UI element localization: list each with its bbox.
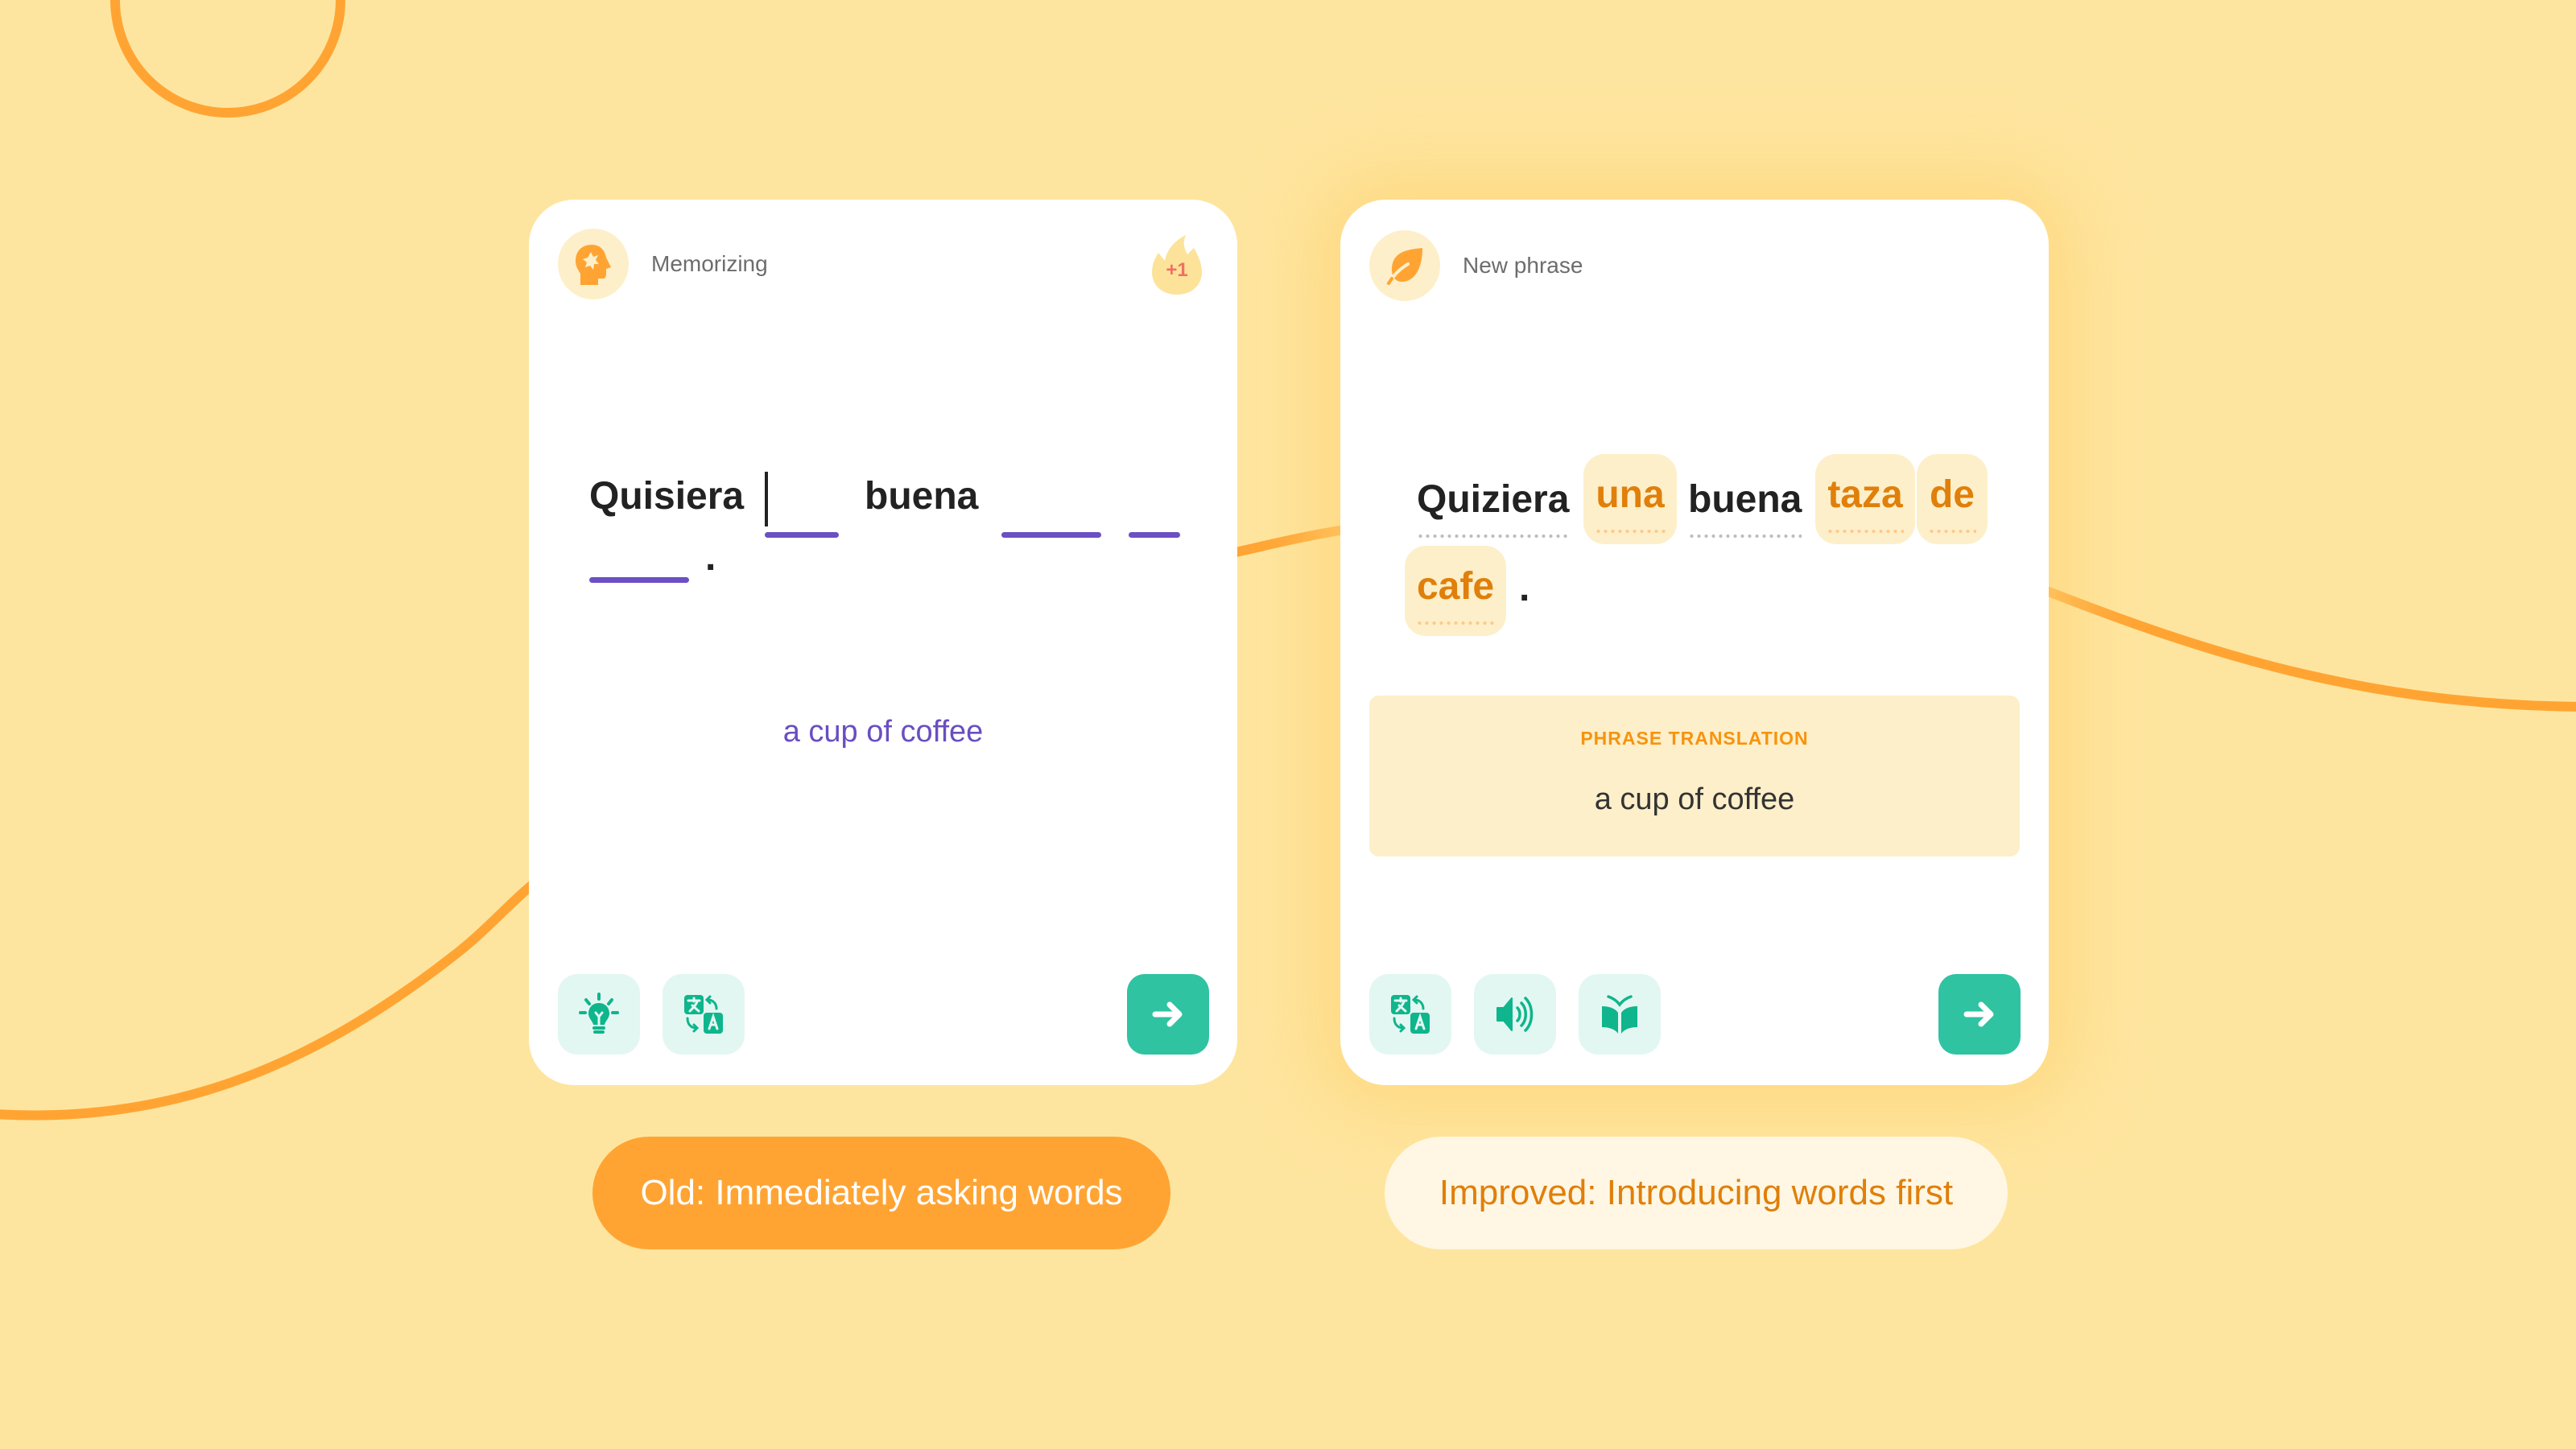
translate-button[interactable] xyxy=(1369,974,1451,1055)
blank-input-1[interactable] xyxy=(765,532,839,538)
decorative-curve xyxy=(0,524,2576,1121)
lightbulb-icon xyxy=(579,993,619,1034)
translation-text: a cup of coffee xyxy=(1594,782,1795,816)
dotted-underline xyxy=(1417,535,1570,538)
book-icon xyxy=(1602,995,1637,1034)
dictionary-button[interactable] xyxy=(1579,974,1661,1055)
head-gear-icon xyxy=(558,229,629,299)
new-word-chip[interactable]: de xyxy=(1917,454,1988,544)
blank-input-3[interactable] xyxy=(1129,532,1180,538)
fill-in-sentence: Quisiera buena . xyxy=(589,472,1201,658)
arrow-right-icon xyxy=(1152,1001,1183,1027)
sentence-word: Quisiera xyxy=(589,475,745,518)
speaker-icon xyxy=(1496,997,1534,1032)
phrase-translation-panel: PHRASE TRANSLATION a cup of coffee xyxy=(1369,696,2020,857)
translate-icon xyxy=(1391,995,1430,1034)
old-version-caption: Old: Immediately asking words xyxy=(592,1137,1170,1249)
hint-button[interactable] xyxy=(558,974,640,1055)
audio-button[interactable] xyxy=(1474,974,1556,1055)
translation-hint: a cup of coffee xyxy=(782,715,984,749)
card-header: Memorizing xyxy=(558,229,768,299)
translation-label: PHRASE TRANSLATION xyxy=(1580,728,1809,749)
dotted-underline xyxy=(1928,530,1976,533)
improved-version-caption: Improved: Introducing words first xyxy=(1385,1137,2008,1249)
next-button[interactable] xyxy=(1938,974,2021,1055)
arrow-right-icon xyxy=(1963,1001,1994,1027)
introduced-sentence: Quiziera una buena taza de cafe . xyxy=(1340,200,2049,683)
new-word-chip[interactable]: una xyxy=(1583,454,1677,544)
new-word-chip[interactable]: taza xyxy=(1815,454,1915,544)
new-exercise-card: New phrase Quiziera una buena taza de ca… xyxy=(1340,200,2049,1085)
sentence-line-2: . xyxy=(589,536,1201,658)
mode-label: Memorizing xyxy=(651,251,768,276)
sentence-period: . xyxy=(1519,567,1530,609)
blank-input-4[interactable] xyxy=(589,577,689,583)
translate-button[interactable] xyxy=(663,974,745,1055)
old-exercise-card: Memorizing +1 Quisiera buena . a cup of … xyxy=(529,200,1237,1085)
known-word[interactable]: buena xyxy=(1688,477,1802,538)
dotted-underline xyxy=(1827,530,1904,533)
known-word[interactable]: Quiziera xyxy=(1417,477,1570,538)
background-decoration xyxy=(0,0,2576,1121)
new-word-chip[interactable]: cafe xyxy=(1405,546,1506,636)
dotted-underline xyxy=(1595,530,1666,533)
sentence-period: . xyxy=(705,536,716,579)
sentence-word: buena xyxy=(865,475,979,518)
dotted-underline xyxy=(1416,621,1495,625)
text-caret xyxy=(765,472,768,526)
blank-input-2[interactable] xyxy=(1001,532,1101,538)
next-button[interactable] xyxy=(1127,974,1209,1055)
streak-badge: +1 xyxy=(1149,232,1205,296)
decorative-circle xyxy=(110,0,345,118)
sentence-line-1: Quisiera buena xyxy=(589,472,1201,566)
dotted-underline xyxy=(1688,535,1802,538)
translate-icon xyxy=(684,995,723,1034)
streak-count: +1 xyxy=(1166,259,1188,281)
